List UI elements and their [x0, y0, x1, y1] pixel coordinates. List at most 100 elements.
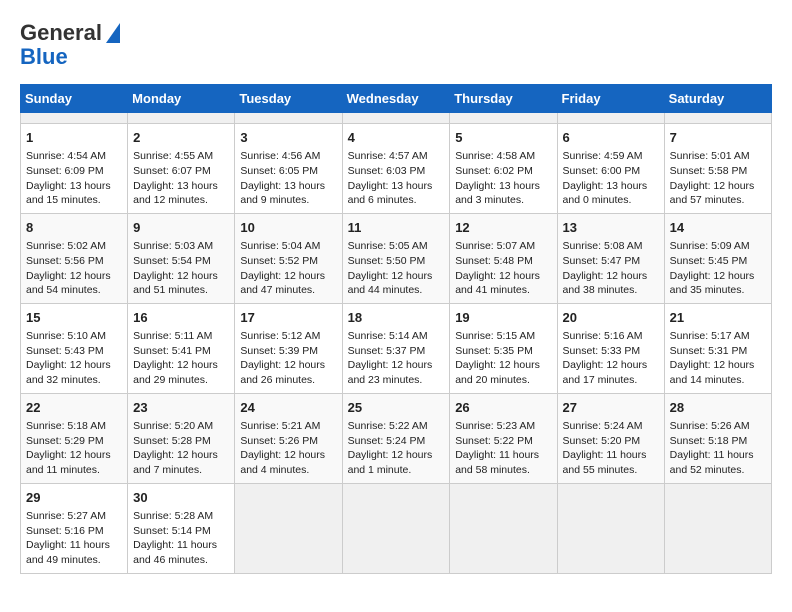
- daylight: Daylight: 12 hours and 44 minutes.: [348, 270, 433, 297]
- calendar-cell: 20 Sunrise: 5:16 AM Sunset: 5:33 PM Dayl…: [557, 303, 664, 393]
- day-number: 19: [455, 309, 551, 327]
- day-number: 27: [563, 399, 659, 417]
- daylight: Daylight: 12 hours and 7 minutes.: [133, 449, 218, 476]
- sunrise: Sunrise: 5:20 AM: [133, 420, 213, 432]
- calendar-cell: 28 Sunrise: 5:26 AM Sunset: 5:18 PM Dayl…: [664, 393, 771, 483]
- daylight: Daylight: 13 hours and 6 minutes.: [348, 180, 433, 207]
- day-header-friday: Friday: [557, 85, 664, 113]
- sunrise: Sunrise: 4:56 AM: [240, 150, 320, 162]
- day-header-monday: Monday: [128, 85, 235, 113]
- day-number: 2: [133, 129, 229, 147]
- calendar-week-5: 29 Sunrise: 5:27 AM Sunset: 5:16 PM Dayl…: [21, 483, 772, 573]
- sunset: Sunset: 5:47 PM: [563, 255, 641, 267]
- daylight: Daylight: 12 hours and 41 minutes.: [455, 270, 540, 297]
- sunset: Sunset: 5:20 PM: [563, 435, 641, 447]
- sunset: Sunset: 5:48 PM: [455, 255, 533, 267]
- day-number: 1: [26, 129, 122, 147]
- day-number: 7: [670, 129, 766, 147]
- calendar-cell: 26 Sunrise: 5:23 AM Sunset: 5:22 PM Dayl…: [450, 393, 557, 483]
- header-row: SundayMondayTuesdayWednesdayThursdayFrid…: [21, 85, 772, 113]
- calendar-cell: 2 Sunrise: 4:55 AM Sunset: 6:07 PM Dayli…: [128, 124, 235, 214]
- calendar-cell: [235, 113, 342, 124]
- daylight: Daylight: 13 hours and 9 minutes.: [240, 180, 325, 207]
- calendar-cell: [128, 113, 235, 124]
- sunset: Sunset: 6:03 PM: [348, 165, 426, 177]
- day-number: 8: [26, 219, 122, 237]
- sunset: Sunset: 5:56 PM: [26, 255, 104, 267]
- calendar-cell: [450, 483, 557, 573]
- daylight: Daylight: 13 hours and 3 minutes.: [455, 180, 540, 207]
- calendar-cell: 12 Sunrise: 5:07 AM Sunset: 5:48 PM Dayl…: [450, 213, 557, 303]
- calendar-cell: 24 Sunrise: 5:21 AM Sunset: 5:26 PM Dayl…: [235, 393, 342, 483]
- sunrise: Sunrise: 4:59 AM: [563, 150, 643, 162]
- sunset: Sunset: 5:45 PM: [670, 255, 748, 267]
- day-number: 5: [455, 129, 551, 147]
- calendar-header: SundayMondayTuesdayWednesdayThursdayFrid…: [21, 85, 772, 113]
- calendar-cell: 9 Sunrise: 5:03 AM Sunset: 5:54 PM Dayli…: [128, 213, 235, 303]
- day-number: 14: [670, 219, 766, 237]
- sunrise: Sunrise: 5:12 AM: [240, 330, 320, 342]
- logo-blue-text: Blue: [20, 46, 68, 68]
- daylight: Daylight: 12 hours and 23 minutes.: [348, 359, 433, 386]
- sunset: Sunset: 6:00 PM: [563, 165, 641, 177]
- daylight: Daylight: 12 hours and 11 minutes.: [26, 449, 111, 476]
- sunset: Sunset: 5:29 PM: [26, 435, 104, 447]
- sunrise: Sunrise: 5:09 AM: [670, 240, 750, 252]
- sunset: Sunset: 5:35 PM: [455, 345, 533, 357]
- sunrise: Sunrise: 5:08 AM: [563, 240, 643, 252]
- calendar-cell: 4 Sunrise: 4:57 AM Sunset: 6:03 PM Dayli…: [342, 124, 450, 214]
- day-number: 17: [240, 309, 336, 327]
- sunset: Sunset: 6:02 PM: [455, 165, 533, 177]
- daylight: Daylight: 12 hours and 51 minutes.: [133, 270, 218, 297]
- daylight: Daylight: 12 hours and 14 minutes.: [670, 359, 755, 386]
- calendar-cell: [557, 113, 664, 124]
- calendar-cell: 23 Sunrise: 5:20 AM Sunset: 5:28 PM Dayl…: [128, 393, 235, 483]
- calendar-cell: [450, 113, 557, 124]
- sunrise: Sunrise: 5:21 AM: [240, 420, 320, 432]
- daylight: Daylight: 11 hours and 46 minutes.: [133, 539, 217, 566]
- day-number: 4: [348, 129, 445, 147]
- calendar-cell: 14 Sunrise: 5:09 AM Sunset: 5:45 PM Dayl…: [664, 213, 771, 303]
- day-number: 23: [133, 399, 229, 417]
- logo-triangle-icon: [106, 23, 120, 43]
- sunrise: Sunrise: 5:11 AM: [133, 330, 212, 342]
- calendar-cell: 15 Sunrise: 5:10 AM Sunset: 5:43 PM Dayl…: [21, 303, 128, 393]
- daylight: Daylight: 12 hours and 17 minutes.: [563, 359, 648, 386]
- daylight: Daylight: 11 hours and 55 minutes.: [563, 449, 647, 476]
- day-number: 3: [240, 129, 336, 147]
- sunset: Sunset: 5:43 PM: [26, 345, 104, 357]
- day-number: 28: [670, 399, 766, 417]
- daylight: Daylight: 11 hours and 49 minutes.: [26, 539, 110, 566]
- calendar-cell: 25 Sunrise: 5:22 AM Sunset: 5:24 PM Dayl…: [342, 393, 450, 483]
- day-number: 20: [563, 309, 659, 327]
- day-number: 25: [348, 399, 445, 417]
- sunrise: Sunrise: 5:28 AM: [133, 510, 213, 522]
- logo: General Blue: [20, 20, 120, 68]
- calendar-cell: [342, 483, 450, 573]
- day-number: 12: [455, 219, 551, 237]
- sunrise: Sunrise: 4:55 AM: [133, 150, 213, 162]
- calendar-cell: 17 Sunrise: 5:12 AM Sunset: 5:39 PM Dayl…: [235, 303, 342, 393]
- daylight: Daylight: 12 hours and 1 minute.: [348, 449, 433, 476]
- sunset: Sunset: 5:22 PM: [455, 435, 533, 447]
- calendar-cell: [664, 483, 771, 573]
- day-number: 29: [26, 489, 122, 507]
- calendar-week-1: 1 Sunrise: 4:54 AM Sunset: 6:09 PM Dayli…: [21, 124, 772, 214]
- calendar-cell: [664, 113, 771, 124]
- calendar-week-2: 8 Sunrise: 5:02 AM Sunset: 5:56 PM Dayli…: [21, 213, 772, 303]
- calendar-cell: 29 Sunrise: 5:27 AM Sunset: 5:16 PM Dayl…: [21, 483, 128, 573]
- day-number: 13: [563, 219, 659, 237]
- sunrise: Sunrise: 5:07 AM: [455, 240, 535, 252]
- calendar-cell: 3 Sunrise: 4:56 AM Sunset: 6:05 PM Dayli…: [235, 124, 342, 214]
- calendar-cell: 11 Sunrise: 5:05 AM Sunset: 5:50 PM Dayl…: [342, 213, 450, 303]
- day-header-thursday: Thursday: [450, 85, 557, 113]
- day-number: 6: [563, 129, 659, 147]
- calendar-week-3: 15 Sunrise: 5:10 AM Sunset: 5:43 PM Dayl…: [21, 303, 772, 393]
- sunset: Sunset: 5:26 PM: [240, 435, 318, 447]
- sunset: Sunset: 5:33 PM: [563, 345, 641, 357]
- calendar-cell: [557, 483, 664, 573]
- calendar-cell: 7 Sunrise: 5:01 AM Sunset: 5:58 PM Dayli…: [664, 124, 771, 214]
- day-number: 22: [26, 399, 122, 417]
- sunrise: Sunrise: 5:03 AM: [133, 240, 213, 252]
- sunset: Sunset: 5:58 PM: [670, 165, 748, 177]
